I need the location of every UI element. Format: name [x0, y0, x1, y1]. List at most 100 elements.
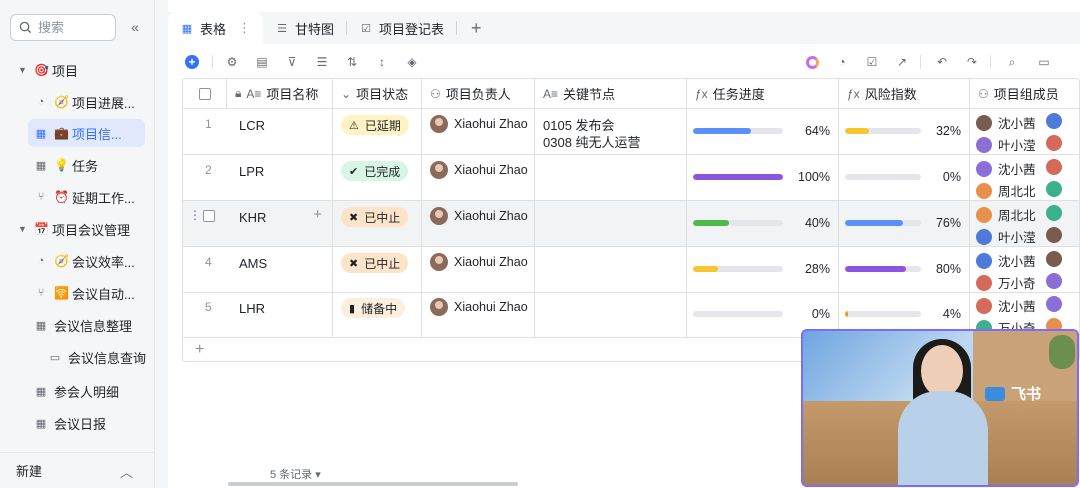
column-header-risk[interactable]: ƒx 风险指数	[839, 79, 970, 108]
row-number-cell[interactable]: 4	[183, 247, 227, 292]
expand-record-icon[interactable]: +	[313, 206, 322, 223]
sidebar-item-project[interactable]: ▼ 🎯 项目	[18, 56, 78, 84]
video-overlay[interactable]: 飞书	[801, 329, 1079, 487]
cell-milestones[interactable]	[535, 247, 687, 292]
table-row[interactable]: 2 LPR ✔ 已完成 Xiaohui Zhao 100% 0% 沈小茜 周北北	[183, 155, 1079, 201]
owner-name: Xiaohui Zhao	[454, 163, 528, 177]
cell-task-progress[interactable]: 100%	[687, 155, 839, 200]
sidebar-item-attendees[interactable]: ▦ 参会人明细	[34, 377, 119, 405]
add-view-icon[interactable]: +	[457, 12, 496, 44]
caret-down-icon[interactable]: ▼	[18, 65, 30, 75]
group-icon[interactable]: ☰	[312, 52, 332, 72]
cell-project-members[interactable]: 周北北 叶小滢	[970, 201, 1079, 246]
cell-task-progress[interactable]: 28%	[687, 247, 839, 292]
column-header-status[interactable]: ⌄ 项目状态	[333, 79, 422, 108]
search-input[interactable]	[38, 20, 108, 35]
cell-risk-index[interactable]: 32%	[839, 109, 970, 154]
record-count[interactable]: 5 条记录 ▾	[270, 466, 321, 482]
cell-project-status[interactable]: ⚠ 已延期	[333, 109, 422, 154]
comment-icon[interactable]: ▭	[1034, 52, 1054, 72]
progress-bar	[693, 266, 783, 272]
row-checkbox[interactable]	[203, 210, 215, 222]
progress-bar-fill	[693, 174, 783, 180]
cell-milestones[interactable]	[535, 292, 687, 337]
column-header-progress[interactable]: ƒx 任务进度	[687, 79, 839, 108]
more-icon[interactable]: ⋮	[238, 20, 251, 36]
cell-project-status[interactable]: ▮ 储备中	[333, 292, 422, 337]
column-header-name[interactable]: 🔒︎ A≡ 项目名称	[227, 79, 333, 108]
add-record-button[interactable]: +	[182, 52, 202, 72]
cell-milestones[interactable]: 0105 发布会 0308 纯无人运营	[535, 109, 687, 154]
cell-project-members[interactable]: 沈小茜 叶小滢	[970, 109, 1079, 154]
sidebar-item-project-progress[interactable]: ◔ 🧭 项目进展...	[34, 88, 135, 116]
sidebar-item-daily-report[interactable]: ▦ 会议日报	[34, 409, 106, 437]
settings-icon[interactable]: ⚙	[222, 52, 242, 72]
collapse-sidebar-icon[interactable]: «	[126, 18, 144, 36]
new-button[interactable]: 新建	[16, 461, 42, 480]
cell-project-name[interactable]: KHR +	[227, 201, 333, 246]
column-header-owner[interactable]: ⚇ 项目负责人	[422, 79, 535, 108]
sort-icon[interactable]: ⇅	[342, 52, 362, 72]
form-icon[interactable]: ☑	[862, 52, 882, 72]
table-row[interactable]: 4 AMS ✖ 已中止 Xiaohui Zhao 28% 80% 沈小茜 万小奇	[183, 247, 1079, 293]
undo-icon[interactable]: ↶	[932, 52, 952, 72]
sidebar-item-meeting-auto[interactable]: ⑂ 🛜 会议自动...	[34, 279, 135, 307]
dashboard-icon[interactable]: ◔	[832, 52, 852, 72]
cell-project-members[interactable]: 沈小茜 周北北	[970, 155, 1079, 200]
fill-color-icon[interactable]: ◈	[402, 52, 422, 72]
sidebar-item-project-info[interactable]: ▦ 💼 项目信...	[28, 119, 145, 147]
sidebar-item-tasks[interactable]: ▦ 💡 任务	[34, 151, 98, 179]
sidebar-item-meeting-efficiency[interactable]: ◔ 🧭 会议效率...	[34, 247, 135, 275]
feishu-logo-icon	[985, 386, 1005, 401]
add-row-icon[interactable]: +	[195, 341, 204, 359]
cell-project-status[interactable]: ✔ 已完成	[333, 155, 422, 200]
sidebar-item-meeting-query[interactable]: ▭ 会议信息查询	[48, 343, 146, 371]
search-records-icon[interactable]: ⌕	[1002, 52, 1022, 72]
cell-milestones[interactable]	[535, 155, 687, 200]
column-header-members[interactable]: ⚇ 项目组成员	[970, 79, 1079, 108]
cell-project-status[interactable]: ✖ 已中止	[333, 247, 422, 292]
row-number-cell[interactable]: 5	[183, 292, 227, 337]
row-number-cell[interactable]: 2	[183, 155, 227, 200]
tab-gantt[interactable]: ☰ 甘特图	[263, 12, 346, 44]
column-header-milestones[interactable]: A≡ 关键节点	[535, 79, 687, 108]
tab-table[interactable]: ▦ 表格 ⋮	[168, 12, 264, 44]
share-icon[interactable]: ↗	[892, 52, 912, 72]
sidebar-item-delayed-work[interactable]: ⑂ ⏰ 延期工作...	[34, 183, 135, 211]
search-box[interactable]	[10, 14, 116, 41]
ai-icon[interactable]	[802, 52, 822, 72]
cell-project-name[interactable]: AMS	[227, 247, 333, 292]
cell-project-members[interactable]: 沈小茜万小奇	[970, 247, 1079, 292]
caret-down-icon[interactable]: ▼	[18, 224, 30, 234]
cell-project-owner[interactable]: Xiaohui Zhao	[422, 247, 535, 292]
cell-risk-index[interactable]: 0%	[839, 155, 970, 200]
chevron-up-icon[interactable]: ︿	[120, 462, 133, 481]
cell-project-owner[interactable]: Xiaohui Zhao	[422, 155, 535, 200]
select-all-checkbox[interactable]	[198, 87, 211, 100]
row-height-icon[interactable]: ↕	[372, 52, 392, 72]
sidebar-item-meeting-management[interactable]: ▼ 📅 项目会议管理	[18, 215, 130, 243]
redo-icon[interactable]: ↷	[962, 52, 982, 72]
table-row[interactable]: ⋮⋮ KHR + ✖ 已中止 Xiaohui Zhao 40% 76% 周北北 叶小滢	[183, 201, 1079, 247]
horizontal-scrollbar[interactable]	[228, 482, 518, 486]
tab-registration-form[interactable]: ☑ 项目登记表	[347, 12, 456, 44]
cell-project-owner[interactable]: Xiaohui Zhao	[422, 292, 535, 337]
field-config-icon[interactable]: ▤	[252, 52, 272, 72]
owner-name: Xiaohui Zhao	[454, 300, 528, 314]
cell-task-progress[interactable]: 40%	[687, 201, 839, 246]
cell-task-progress[interactable]: 64%	[687, 109, 839, 154]
cell-project-owner[interactable]: Xiaohui Zhao	[422, 201, 535, 246]
cell-project-owner[interactable]: Xiaohui Zhao	[422, 109, 535, 154]
cell-project-name[interactable]: LPR	[227, 155, 333, 200]
row-number-cell[interactable]: 1	[183, 109, 227, 154]
cell-milestones[interactable]	[535, 201, 687, 246]
sidebar-item-meeting-info[interactable]: ▦ 会议信息整理	[34, 311, 132, 339]
cell-risk-index[interactable]: 76%	[839, 201, 970, 246]
filter-icon[interactable]: ⊽	[282, 52, 302, 72]
row-number-cell[interactable]: ⋮⋮	[183, 201, 227, 246]
table-row[interactable]: 1 LCR ⚠ 已延期 Xiaohui Zhao 0105 发布会 0308 纯无人运营 64…	[183, 109, 1079, 155]
cell-project-name[interactable]: LHR	[227, 292, 333, 337]
cell-project-status[interactable]: ✖ 已中止	[333, 201, 422, 246]
cell-risk-index[interactable]: 80%	[839, 247, 970, 292]
cell-project-name[interactable]: LCR	[227, 109, 333, 154]
